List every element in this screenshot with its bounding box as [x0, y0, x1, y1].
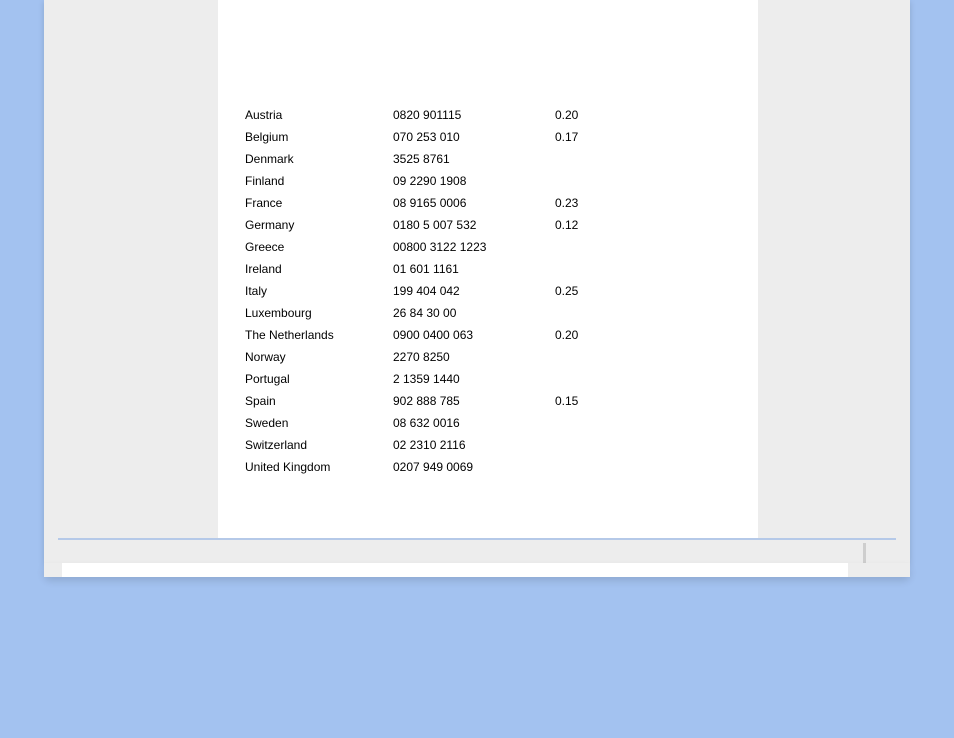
country-cell: Denmark	[245, 152, 393, 166]
table-row: Spain902 888 7850.15	[245, 390, 758, 412]
country-cell: Austria	[245, 108, 393, 122]
country-cell: France	[245, 196, 393, 210]
table-row: Portugal2 1359 1440	[245, 368, 758, 390]
phone-cell: 0900 0400 063	[393, 328, 555, 342]
binding-notch-right	[848, 563, 910, 577]
country-cell: Germany	[245, 218, 393, 232]
table-row: Denmark3525 8761	[245, 148, 758, 170]
country-cell: Norway	[245, 350, 393, 364]
binding-notch-left	[44, 563, 62, 577]
phone-cell: 08 632 0016	[393, 416, 555, 430]
phone-cell: 02 2310 2116	[393, 438, 555, 452]
phone-cell: 902 888 785	[393, 394, 555, 408]
country-cell: Greece	[245, 240, 393, 254]
phone-cell: 26 84 30 00	[393, 306, 555, 320]
phone-cell: 3525 8761	[393, 152, 555, 166]
table-row: United Kingdom0207 949 0069	[245, 456, 758, 478]
background-left	[0, 0, 44, 738]
rate-cell: 0.12	[555, 218, 615, 232]
country-cell: Luxembourg	[245, 306, 393, 320]
country-cell: Sweden	[245, 416, 393, 430]
rate-cell: 0.25	[555, 284, 615, 298]
phone-cell: 199 404 042	[393, 284, 555, 298]
table-row: Belgium070 253 0100.17	[245, 126, 758, 148]
rate-cell: 0.20	[555, 328, 615, 342]
phone-cell: 2 1359 1440	[393, 372, 555, 386]
phone-cell: 070 253 010	[393, 130, 555, 144]
table-row: France08 9165 00060.23	[245, 192, 758, 214]
table-row: Sweden08 632 0016	[245, 412, 758, 434]
rate-cell: 0.15	[555, 394, 615, 408]
document-page: Austria0820 9011150.20Belgium070 253 010…	[44, 0, 910, 563]
phone-cell: 08 9165 0006	[393, 196, 555, 210]
country-cell: United Kingdom	[245, 460, 393, 474]
table-row: Italy199 404 0420.25	[245, 280, 758, 302]
phone-cell: 0820 901115	[393, 108, 555, 122]
country-cell: Switzerland	[245, 438, 393, 452]
phone-cell: 09 2290 1908	[393, 174, 555, 188]
document-content-area: Austria0820 9011150.20Belgium070 253 010…	[218, 0, 758, 540]
table-row: Luxembourg26 84 30 00	[245, 302, 758, 324]
phone-cell: 0207 949 0069	[393, 460, 555, 474]
phone-cell: 0180 5 007 532	[393, 218, 555, 232]
horizontal-divider	[58, 538, 896, 540]
country-cell: Belgium	[245, 130, 393, 144]
country-cell: The Netherlands	[245, 328, 393, 342]
phone-cell: 01 601 1161	[393, 262, 555, 276]
table-row: Switzerland02 2310 2116	[245, 434, 758, 456]
background-right	[910, 0, 954, 738]
country-cell: Spain	[245, 394, 393, 408]
phone-cell: 00800 3122 1223	[393, 240, 555, 254]
table-row: Austria0820 9011150.20	[245, 104, 758, 126]
country-cell: Portugal	[245, 372, 393, 386]
table-row: Finland09 2290 1908	[245, 170, 758, 192]
phone-rate-table: Austria0820 9011150.20Belgium070 253 010…	[218, 0, 758, 478]
table-row: Germany0180 5 007 5320.12	[245, 214, 758, 236]
table-row: Greece00800 3122 1223	[245, 236, 758, 258]
background-bottom	[0, 563, 954, 738]
country-cell: Italy	[245, 284, 393, 298]
rate-cell: 0.23	[555, 196, 615, 210]
table-row: The Netherlands0900 0400 0630.20	[245, 324, 758, 346]
page-edge-shadow	[863, 543, 866, 563]
country-cell: Finland	[245, 174, 393, 188]
page-bottom-edge	[44, 563, 910, 577]
table-row: Ireland01 601 1161	[245, 258, 758, 280]
table-row: Norway2270 8250	[245, 346, 758, 368]
rate-cell: 0.20	[555, 108, 615, 122]
country-cell: Ireland	[245, 262, 393, 276]
rate-cell: 0.17	[555, 130, 615, 144]
phone-cell: 2270 8250	[393, 350, 555, 364]
